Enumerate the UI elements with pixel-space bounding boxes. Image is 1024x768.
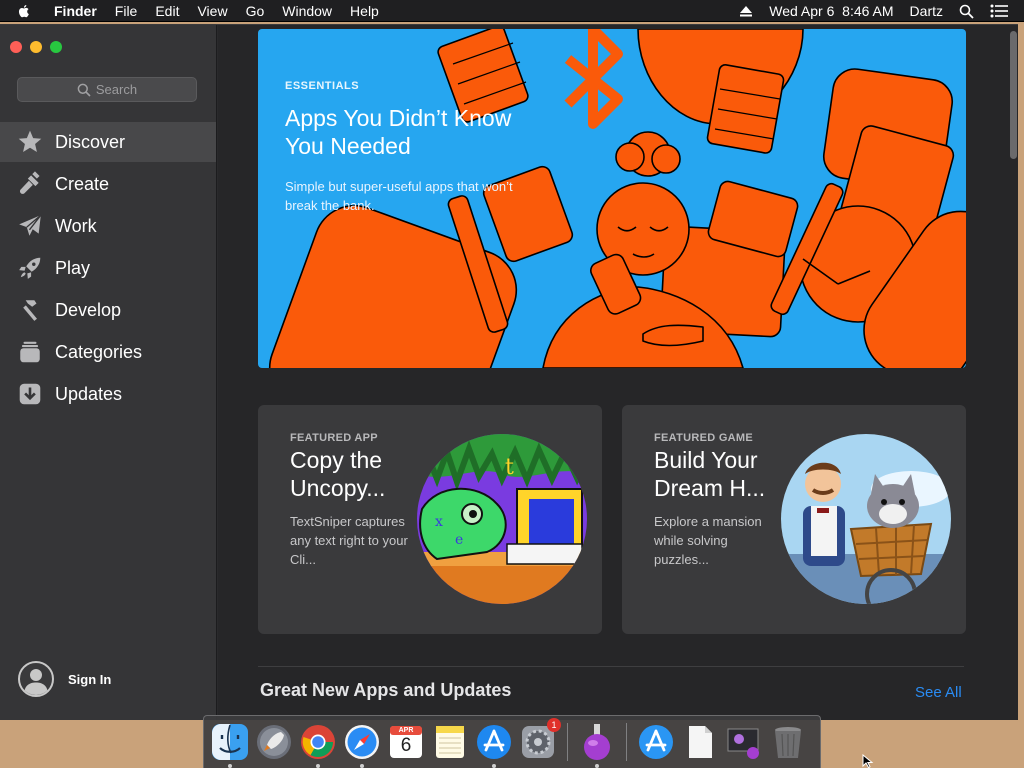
minimize-window-button[interactable] — [30, 41, 42, 53]
search-input[interactable]: Search — [17, 77, 197, 102]
hero-title: Apps You Didn’t Know You Needed — [285, 105, 512, 159]
see-all-link[interactable]: See All — [915, 684, 962, 701]
dock-separator — [567, 723, 568, 761]
trash-icon[interactable] — [768, 722, 808, 762]
sidebar-item-categories[interactable]: Categories — [0, 332, 216, 372]
featured-game-card[interactable]: FEATURED GAME Build Your Dream H... Expl… — [622, 405, 966, 634]
menu-view[interactable]: View — [197, 3, 227, 19]
sidebar-item-updates[interactable]: Updates — [0, 374, 216, 414]
svg-text:t: t — [505, 455, 514, 480]
sidebar-item-label: Create — [55, 173, 110, 194]
finder-icon[interactable] — [210, 722, 250, 768]
zoom-window-button[interactable] — [50, 41, 62, 53]
hero-banner[interactable]: ESSENTIALS Apps You Didn’t Know You Need… — [258, 29, 966, 368]
svg-text:e: e — [455, 532, 463, 548]
menu-bar: Finder File Edit View Go Window Help Wed… — [0, 0, 1024, 22]
sidebar-item-label: Develop — [55, 299, 122, 320]
notification-center-icon[interactable] — [990, 4, 1008, 18]
card-title: Build Your Dream H... — [654, 447, 766, 501]
sidebar-item-label: Play — [55, 257, 91, 278]
card-description: Explore a mansion while solving puzzles.… — [654, 514, 762, 567]
settings-badge: 1 — [547, 718, 561, 732]
sidebar-item-label: Discover — [55, 131, 126, 152]
search-placeholder: Search — [95, 82, 138, 97]
sidebar-item-label: Work — [55, 215, 97, 236]
sidebar-item-develop[interactable]: Develop — [0, 290, 216, 330]
paintbrush-icon — [15, 171, 45, 197]
hero-eyebrow: ESSENTIALS — [285, 80, 360, 92]
sidebar-item-label: Categories — [55, 341, 143, 362]
card-eyebrow: FEATURED GAME — [654, 432, 754, 444]
preview-icon[interactable] — [724, 722, 764, 762]
running-indicator — [228, 764, 232, 768]
chrome-icon[interactable] — [298, 722, 338, 768]
safari-icon[interactable] — [342, 722, 382, 768]
gardenscapes-artwork — [781, 434, 951, 604]
hero-description: Simple but super-useful apps that won’t … — [285, 179, 513, 213]
menubar-user[interactable]: Dartz — [910, 3, 943, 19]
sidebar-item-label: Updates — [55, 383, 123, 404]
close-window-button[interactable] — [10, 41, 22, 53]
running-indicator — [492, 764, 496, 768]
app-store-icon[interactable] — [474, 722, 514, 768]
app-store-folder-icon[interactable] — [636, 722, 676, 762]
sidebar-item-play[interactable]: Play — [0, 248, 216, 288]
sidebar-item-discover[interactable]: Discover — [0, 122, 216, 162]
eject-icon[interactable] — [739, 5, 753, 17]
sidebar-item-create[interactable]: Create — [0, 164, 216, 204]
sidebar-item-work[interactable]: Work — [0, 206, 216, 246]
spotlight-search-icon[interactable] — [959, 4, 974, 19]
running-indicator — [360, 764, 364, 768]
sign-in-button[interactable]: Sign In — [18, 661, 111, 697]
installer-icon[interactable] — [577, 722, 617, 768]
app-store-window: Search Discover Create Work Play Develop… — [0, 24, 1018, 720]
dock-separator — [626, 723, 627, 761]
svg-text:x: x — [435, 514, 443, 530]
textsniper-artwork: t e x — [417, 434, 587, 604]
paper-plane-icon — [15, 213, 45, 239]
mouse-cursor-icon — [862, 754, 874, 768]
download-icon — [15, 381, 45, 407]
dock: APR 6 1 — [203, 715, 821, 768]
menu-help[interactable]: Help — [350, 3, 379, 19]
menu-go[interactable]: Go — [246, 3, 265, 19]
running-indicator — [595, 764, 599, 768]
document-icon[interactable] — [680, 722, 720, 762]
card-eyebrow: FEATURED APP — [290, 432, 378, 444]
featured-app-card[interactable]: FEATURED APP Copy the Uncopy... TextSnip… — [258, 405, 602, 634]
scrollbar[interactable] — [1010, 31, 1017, 159]
menu-file[interactable]: File — [115, 3, 138, 19]
calendar-day: 6 — [400, 735, 412, 756]
avatar-icon — [18, 661, 54, 697]
menubar-clock[interactable]: Wed Apr 6 8:46 AM — [769, 3, 893, 19]
menu-edit[interactable]: Edit — [155, 3, 179, 19]
launchpad-icon[interactable] — [254, 722, 294, 762]
menu-window[interactable]: Window — [282, 3, 332, 19]
calendar-month: APR — [398, 727, 414, 734]
calendar-icon[interactable]: APR 6 — [386, 722, 426, 762]
sidebar: Search Discover Create Work Play Develop… — [0, 25, 217, 720]
hammer-icon — [15, 297, 45, 323]
main-content: ESSENTIALS Apps You Didn’t Know You Need… — [218, 25, 1018, 720]
notes-icon[interactable] — [430, 722, 470, 762]
stack-icon — [15, 339, 45, 365]
star-icon — [15, 129, 45, 155]
section-divider — [258, 666, 964, 667]
rocket-icon — [15, 255, 45, 281]
system-preferences-icon[interactable]: 1 — [518, 718, 561, 762]
running-indicator — [316, 764, 320, 768]
menu-finder[interactable]: Finder — [54, 3, 97, 19]
apple-menu-icon[interactable] — [16, 3, 36, 19]
section-title: Great New Apps and Updates — [260, 680, 512, 700]
search-icon — [77, 83, 91, 97]
sign-in-label: Sign In — [68, 671, 112, 687]
card-title: Copy the Uncopy... — [290, 447, 386, 501]
card-description: TextSniper captures any text right to yo… — [290, 514, 408, 567]
